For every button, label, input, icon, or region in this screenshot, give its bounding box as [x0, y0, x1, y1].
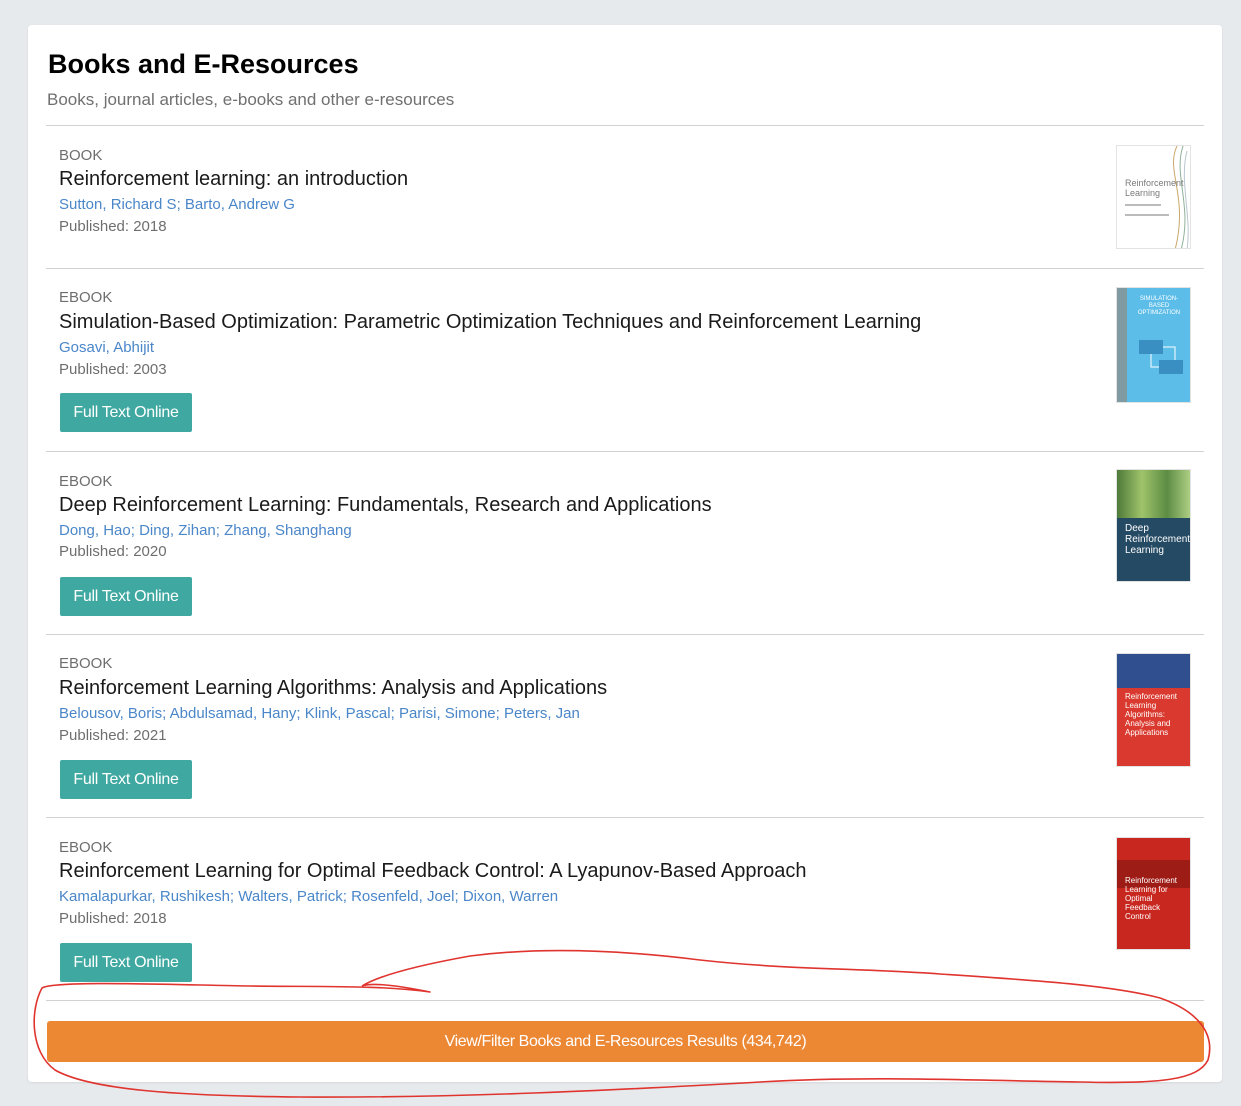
cover-photo [1117, 470, 1190, 518]
author-link[interactable]: Rosenfeld, Joel [351, 888, 454, 905]
cover-title: Deep Reinforcement Learning [1125, 523, 1191, 556]
book-cover-image[interactable]: Reinforcement Learning [1116, 145, 1191, 249]
author-link[interactable]: Ding, Zihan [139, 522, 216, 539]
result-title-link[interactable]: Reinforcement learning: an introduction [59, 168, 408, 191]
result-published: Published: 2021 [59, 727, 167, 744]
author-link[interactable]: Peters, Jan [504, 705, 580, 722]
result-type: EBOOK [59, 473, 113, 490]
author-link[interactable]: Gosavi, Abhijit [59, 339, 154, 356]
cover-title: Reinforcement Learning [1125, 178, 1184, 198]
result-title-link[interactable]: Deep Reinforcement Learning: Fundamental… [59, 494, 712, 517]
author-link[interactable]: Barto, Andrew G [185, 196, 295, 213]
book-cover-image[interactable]: Deep Reinforcement Learning [1116, 469, 1191, 582]
result-title-link[interactable]: Simulation-Based Optimization: Parametri… [59, 311, 921, 334]
result-type: BOOK [59, 147, 103, 164]
author-link[interactable]: Klink, Pascal [305, 705, 391, 722]
result-published: Published: 2020 [59, 543, 167, 560]
section-subtitle: Books, journal articles, e-books and oth… [47, 90, 455, 109]
result-item: BOOK Reinforcement learning: an introduc… [46, 126, 1204, 269]
result-item: EBOOK Reinforcement Learning Algorithms:… [46, 635, 1204, 818]
result-item: EBOOK Deep Reinforcement Learning: Funda… [46, 452, 1204, 635]
result-title-link[interactable]: Reinforcement Learning for Optimal Feedb… [59, 860, 806, 883]
author-link[interactable]: Sutton, Richard S [59, 196, 177, 213]
full-text-online-button[interactable]: Full Text Online [60, 393, 192, 432]
result-type: EBOOK [59, 289, 113, 306]
result-published: Published: 2018 [59, 910, 167, 927]
author-link[interactable]: Belousov, Boris [59, 705, 162, 722]
author-link[interactable]: Walters, Patrick [238, 888, 342, 905]
full-text-online-button[interactable]: Full Text Online [60, 577, 192, 616]
result-authors: Dong, Hao; Ding, Zihan; Zhang, Shanghang [59, 522, 352, 539]
author-link[interactable]: Abdulsamad, Hany [170, 705, 297, 722]
result-published: Published: 2003 [59, 361, 167, 378]
book-cover-image[interactable]: Reinforcement Learning for Optimal Feedb… [1116, 837, 1191, 950]
view-filter-results-button[interactable]: View/Filter Books and E-Resources Result… [47, 1021, 1204, 1062]
cover-title: SIMULATION-BASED OPTIMIZATION [1137, 296, 1181, 316]
cover-title: Reinforcement Learning for Optimal Feedb… [1125, 876, 1178, 921]
book-cover-image[interactable]: Reinforcement Learning Algorithms: Analy… [1116, 653, 1191, 767]
result-published: Published: 2018 [59, 218, 167, 235]
result-title-link[interactable]: Reinforcement Learning Algorithms: Analy… [59, 677, 607, 700]
cover-title: Reinforcement Learning Algorithms: Analy… [1125, 692, 1178, 737]
result-authors: Belousov, Boris; Abdulsamad, Hany; Klink… [59, 705, 580, 722]
full-text-online-button[interactable]: Full Text Online [60, 943, 192, 982]
result-authors: Sutton, Richard S; Barto, Andrew G [59, 196, 295, 213]
result-type: EBOOK [59, 655, 113, 672]
author-link[interactable]: Kamalapurkar, Rushikesh [59, 888, 230, 905]
result-item: EBOOK Reinforcement Learning for Optimal… [46, 818, 1204, 1001]
result-authors: Gosavi, Abhijit [59, 339, 154, 356]
author-link[interactable]: Zhang, Shanghang [224, 522, 352, 539]
section-title: Books and E-Resources [48, 49, 359, 79]
books-eresources-panel: Books and E-Resources Books, journal art… [28, 25, 1222, 1082]
author-link[interactable]: Parisi, Simone [399, 705, 496, 722]
cover-header-band [1117, 654, 1190, 688]
full-text-online-button[interactable]: Full Text Online [60, 760, 192, 799]
book-cover-image[interactable]: SIMULATION-BASED OPTIMIZATION [1116, 287, 1191, 403]
result-authors: Kamalapurkar, Rushikesh; Walters, Patric… [59, 888, 559, 905]
result-item: EBOOK Simulation-Based Optimization: Par… [46, 269, 1204, 452]
result-type: EBOOK [59, 839, 113, 856]
author-link[interactable]: Dong, Hao [59, 522, 131, 539]
author-link[interactable]: Dixon, Warren [463, 888, 558, 905]
